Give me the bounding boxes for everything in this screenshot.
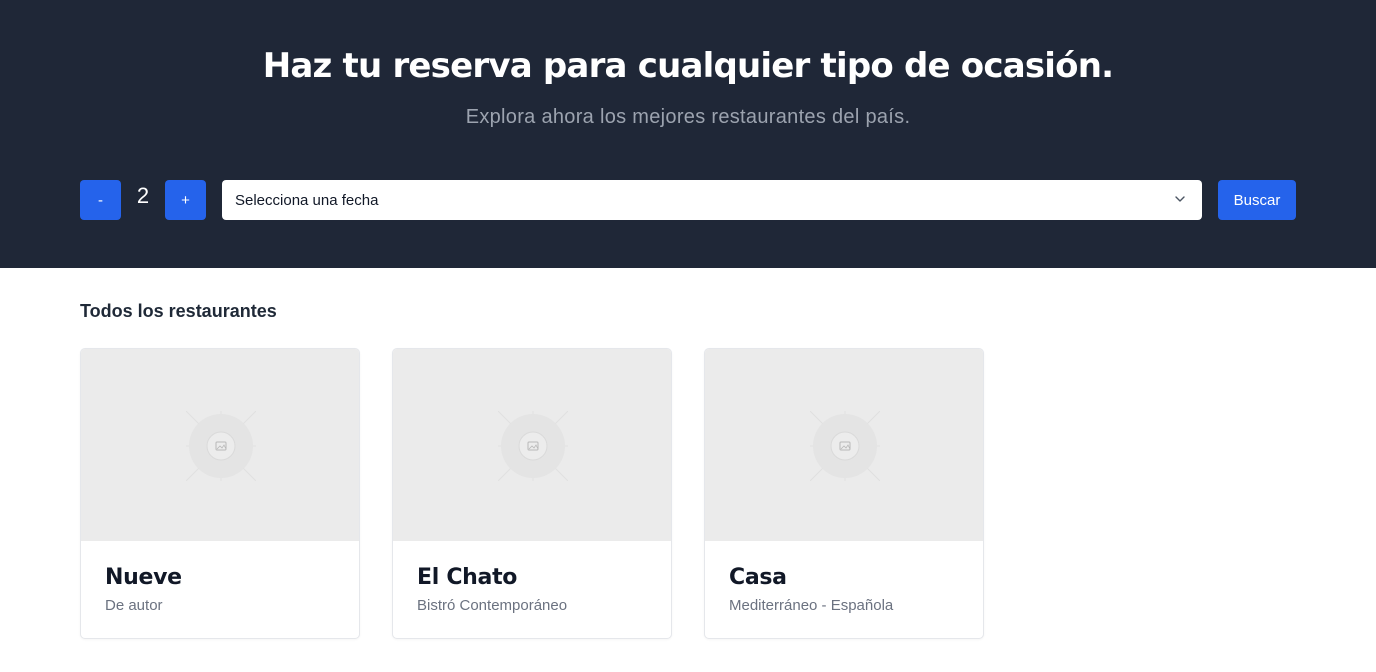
image-placeholder-icon: [810, 411, 880, 481]
date-select[interactable]: Selecciona una fecha: [222, 180, 1202, 220]
restaurant-card[interactable]: El Chato Bistró Contemporáneo: [392, 348, 672, 639]
hero-section: Haz tu reserva para cualquier tipo de oc…: [0, 0, 1376, 268]
restaurant-name: Casa: [729, 565, 787, 590]
image-placeholder-icon: [498, 411, 568, 481]
restaurant-image-placeholder: [705, 349, 983, 541]
chevron-down-icon: [1175, 196, 1185, 202]
restaurant-category: De autor: [105, 597, 163, 614]
image-placeholder-icon: [186, 411, 256, 481]
restaurant-name: El Chato: [417, 565, 518, 590]
date-select-value: Selecciona una fecha: [235, 191, 379, 209]
restaurant-image-placeholder: [393, 349, 671, 541]
guest-count: 2: [136, 183, 150, 208]
restaurant-name: Nueve: [105, 565, 182, 590]
hero-subtitle: Explora ahora los mejores restaurantes d…: [465, 106, 911, 128]
restaurant-image-placeholder: [81, 349, 359, 541]
hero-title: Haz tu reserva para cualquier tipo de oc…: [262, 46, 1114, 86]
restaurant-card[interactable]: Casa Mediterráneo - Española: [704, 348, 984, 639]
restaurant-category: Bistró Contemporáneo: [417, 597, 568, 614]
restaurant-category: Mediterráneo - Española: [729, 597, 894, 614]
section-title: Todos los restaurantes: [80, 301, 277, 321]
increase-guests-button[interactable]: +: [165, 180, 206, 220]
search-button[interactable]: Buscar: [1218, 180, 1296, 220]
decrease-guests-button[interactable]: -: [80, 180, 121, 220]
restaurant-card[interactable]: Nueve De autor: [80, 348, 360, 639]
